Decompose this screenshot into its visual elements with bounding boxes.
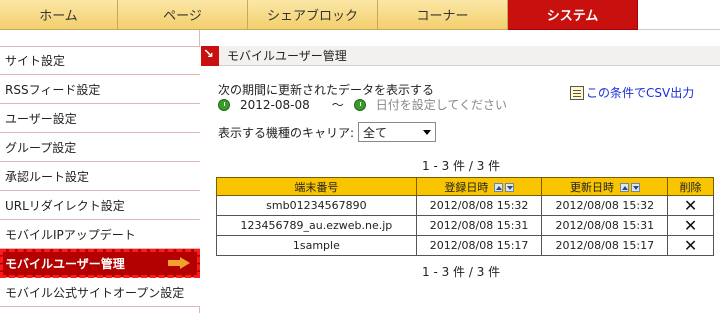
sort-ascending-icon[interactable] — [493, 183, 503, 192]
sidebar-item-label: RSSフィード設定 — [5, 82, 101, 97]
delete-x-icon[interactable]: ✕ — [684, 216, 697, 235]
cell-device-id: smb01234567890 — [216, 195, 417, 216]
cell-updated: 2012/08/08 15:32 — [541, 195, 669, 216]
column-header-updated: 更新日時 — [541, 177, 669, 196]
sidebar-item-label: ユーザー設定 — [5, 111, 77, 126]
date-from[interactable]: 2012-08-08 — [240, 98, 310, 112]
sidebar-item-mobile-ip-update[interactable]: モバイルIPアップデート — [0, 220, 200, 249]
tab-corner[interactable]: コーナー — [378, 0, 508, 30]
pagination-top: 1 - 3 件 / 3 件 — [422, 159, 501, 173]
sidebar-item-label: グループ設定 — [5, 140, 77, 155]
carrier-label: 表示する機種のキャリア: — [218, 125, 355, 140]
carrier-selected-value: 全て — [363, 125, 388, 140]
column-header-delete: 削除 — [667, 177, 714, 196]
table-row: 123456789_au.ezweb.ne.jp 2012/08/08 15:3… — [216, 215, 714, 236]
csv-export-label: この条件でCSV出力 — [586, 86, 695, 100]
tab-home[interactable]: ホーム — [0, 0, 118, 30]
delete-x-icon[interactable]: ✕ — [684, 236, 697, 255]
table-header-row: 端末番号 登録日時 更新日時 削除 — [216, 177, 714, 196]
tab-system[interactable]: システム — [508, 0, 638, 30]
document-icon — [570, 85, 584, 100]
cell-delete: ✕ — [667, 235, 714, 256]
tab-bar-filler — [638, 0, 720, 30]
date-to-placeholder[interactable]: 日付を設定してください — [376, 96, 507, 113]
page-title: モバイルユーザー管理 — [227, 49, 347, 63]
cell-delete: ✕ — [667, 195, 714, 216]
carrier-select[interactable]: 全て — [358, 122, 437, 142]
sidebar-item-user-settings[interactable]: ユーザー設定 — [0, 104, 200, 133]
table-row: smb01234567890 2012/08/08 15:32 2012/08/… — [216, 195, 714, 216]
sidebar-item-label: URLリダイレクト設定 — [5, 198, 125, 213]
cell-delete: ✕ — [667, 215, 714, 236]
tab-share-block[interactable]: シェアブロック — [248, 0, 378, 30]
sort-descending-icon[interactable] — [630, 183, 640, 192]
arrow-icon — [201, 45, 219, 66]
cell-device-id: 1sample — [216, 235, 417, 256]
csv-export-link[interactable]: この条件でCSV出力 — [570, 84, 694, 101]
chevron-down-icon — [423, 129, 432, 135]
column-header-device-id: 端末番号 — [216, 177, 417, 196]
delete-x-icon[interactable]: ✕ — [684, 196, 697, 215]
sidebar-item-label: モバイルIPアップデート — [5, 227, 136, 242]
sidebar-item-mobile-official-site[interactable]: モバイル公式サイトオープン設定 — [0, 278, 200, 307]
sidebar-item-rss-feed[interactable]: RSSフィード設定 — [0, 75, 200, 104]
carrier-filter: 表示する機種のキャリア: 全て — [218, 122, 437, 142]
cell-updated: 2012/08/08 15:31 — [541, 215, 669, 236]
column-header-registered: 登録日時 — [415, 177, 543, 196]
top-tabs: ホーム ページ シェアブロック コーナー システム — [0, 0, 720, 30]
table-row: 1sample 2012/08/08 15:17 2012/08/08 15:1… — [216, 235, 714, 256]
period-row: 2012-08-08 ～ 日付を設定してください — [218, 96, 507, 113]
sort-descending-icon[interactable] — [504, 183, 514, 192]
sidebar-item-site-settings[interactable]: サイト設定 — [0, 46, 200, 75]
section-header: モバイルユーザー管理 — [201, 45, 720, 66]
clock-icon[interactable] — [353, 98, 366, 111]
date-range-separator: ～ — [331, 98, 344, 112]
sidebar-item-label: サイト設定 — [5, 54, 66, 68]
cell-registered: 2012/08/08 15:17 — [415, 235, 543, 256]
pagination-bottom: 1 - 3 件 / 3 件 — [422, 265, 501, 279]
cell-registered: 2012/08/08 15:31 — [415, 215, 543, 236]
sidebar-item-label: モバイル公式サイトオープン設定 — [5, 285, 185, 300]
tab-page[interactable]: ページ — [118, 0, 248, 30]
cell-updated: 2012/08/08 15:17 — [541, 235, 669, 256]
sort-ascending-icon[interactable] — [619, 183, 629, 192]
sidebar-item-url-redirect[interactable]: URLリダイレクト設定 — [0, 191, 200, 220]
cell-registered: 2012/08/08 15:32 — [415, 195, 543, 216]
cell-device-id: 123456789_au.ezweb.ne.jp — [216, 215, 417, 236]
clock-icon[interactable] — [218, 98, 230, 111]
mobile-user-table: 端末番号 登録日時 更新日時 削除 smb01234567890 2012/08… — [216, 177, 714, 256]
